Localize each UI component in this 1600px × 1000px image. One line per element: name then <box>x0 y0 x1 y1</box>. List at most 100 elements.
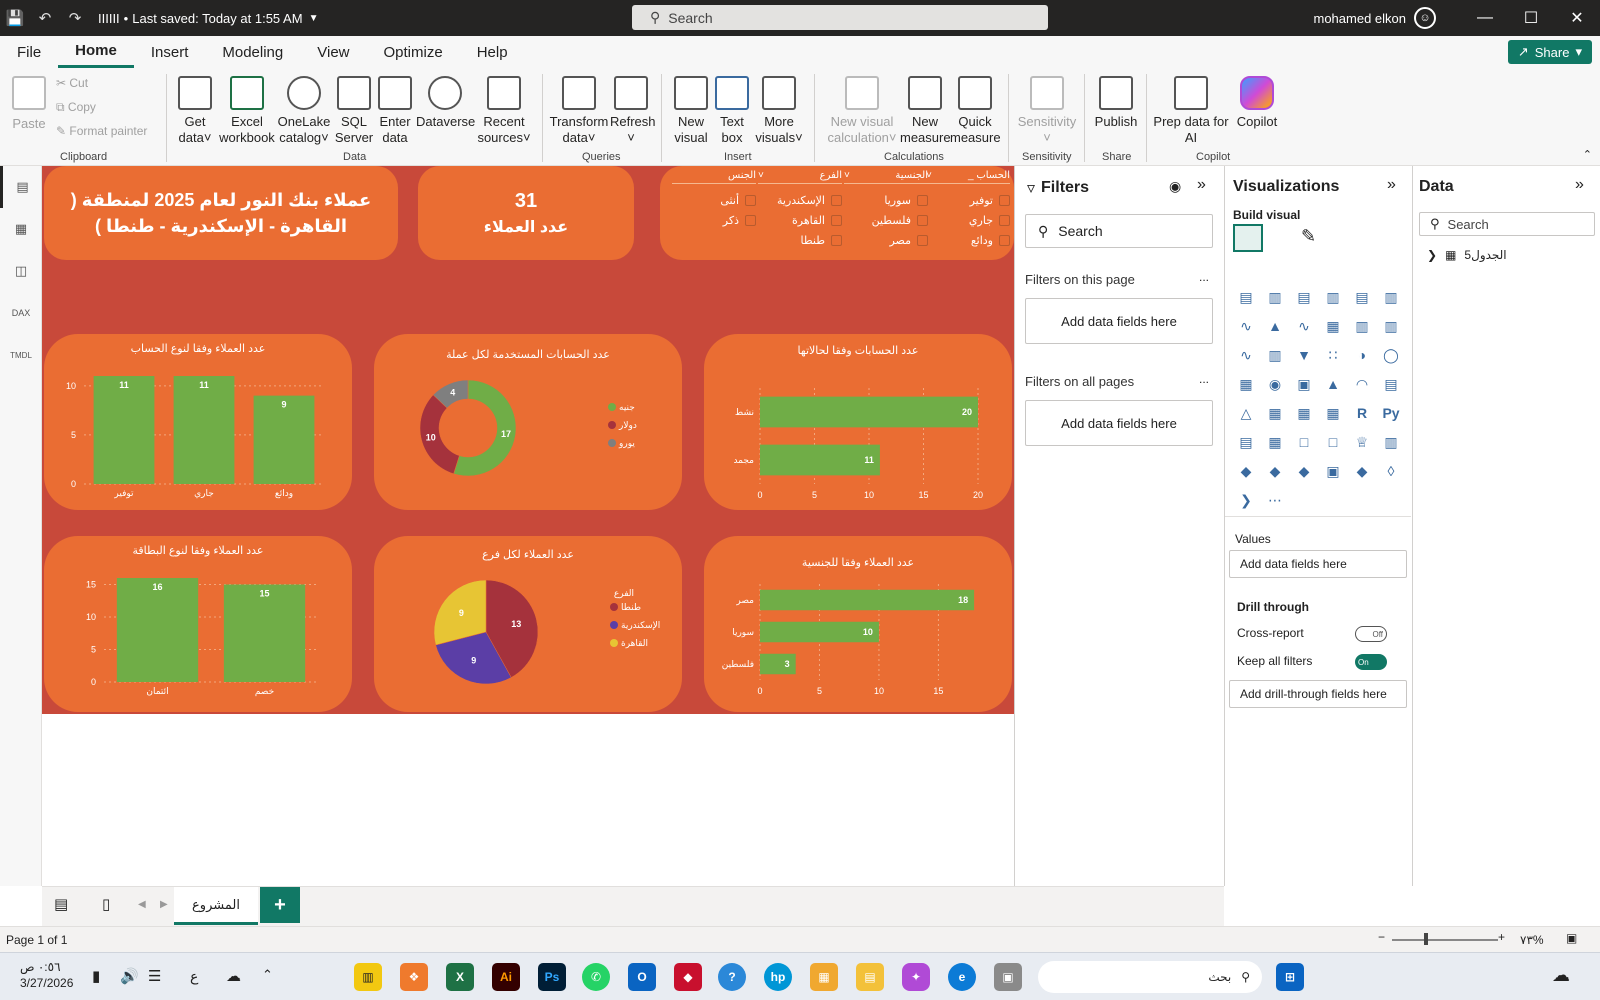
scatter-icon[interactable]: ∷ <box>1322 344 1344 366</box>
sql-server-button[interactable]: SQL Server <box>334 72 374 146</box>
paginated-report-icon[interactable]: ▥ <box>1380 431 1402 453</box>
slicer-item[interactable]: جاري <box>926 210 1010 230</box>
slicer-item[interactable]: توفير <box>926 190 1010 210</box>
new-visual-button[interactable]: New visual <box>670 72 712 146</box>
fit-to-page-icon[interactable]: ▣ <box>1566 931 1577 945</box>
illustrator-taskbar-icon[interactable]: Ai <box>492 963 520 991</box>
chart-account-type[interactable]: عدد العملاء وفقا لنوع الحساب 0 5 10 11 توفير 1… <box>44 334 352 510</box>
filters-search-input[interactable]: ⚲ Search <box>1025 214 1213 248</box>
chart-currency[interactable]: عدد الحسابات المستخدمة لكل عملة 17 10 4 جنيه… <box>374 334 682 510</box>
azure-map-icon[interactable]: ▲ <box>1322 373 1344 395</box>
slicer-item[interactable]: ذكر <box>672 210 756 230</box>
battery-icon[interactable]: ▮ <box>92 967 100 985</box>
table-view-icon[interactable]: ▦ <box>0 208 42 250</box>
quick-measure-button[interactable]: Quick measure <box>950 72 1001 146</box>
ribbon-chart-icon[interactable]: ▦ <box>1322 315 1344 337</box>
slicer-item[interactable]: فلسطين <box>844 210 928 230</box>
slicer-icon[interactable]: ▦ <box>1264 402 1286 424</box>
checkbox[interactable] <box>831 194 842 206</box>
funnel-icon[interactable]: ▼ <box>1293 344 1315 366</box>
get-data-button[interactable]: Get data˅ <box>172 72 218 146</box>
copilot-button[interactable]: Copilot <box>1230 72 1284 130</box>
matrix-icon[interactable]: ▦ <box>1322 402 1344 424</box>
collapse-pane-icon[interactable]: » <box>1387 176 1396 194</box>
menu-help[interactable]: Help <box>460 36 525 68</box>
help-taskbar-icon[interactable]: ? <box>718 963 746 991</box>
collapse-ribbon-icon[interactable]: ⌃ <box>1583 148 1592 161</box>
menu-modeling[interactable]: Modeling <box>205 36 300 68</box>
paste-button[interactable]: Paste <box>8 72 50 132</box>
checkbox[interactable] <box>831 214 842 226</box>
kpi-icon[interactable]: △ <box>1235 402 1257 424</box>
close-button[interactable]: ✕ <box>1554 0 1600 36</box>
report-view-icon[interactable]: ▤ <box>0 166 42 208</box>
chevron-down-icon[interactable]: ▼ <box>309 13 319 24</box>
goals-icon[interactable]: ♕ <box>1351 431 1373 453</box>
checkbox[interactable] <box>999 234 1010 246</box>
next-page-icon[interactable]: ▶ <box>160 899 168 910</box>
store-taskbar-icon[interactable]: ▦ <box>810 963 838 991</box>
slicer-item[interactable]: الإسكندرية <box>758 190 842 210</box>
stacked-area-icon[interactable]: ∿ <box>1293 315 1315 337</box>
volume-icon[interactable]: 🔊 <box>120 967 139 985</box>
area-chart-icon[interactable]: ▲ <box>1264 315 1286 337</box>
more-visuals-icon[interactable]: ⋯ <box>1264 489 1286 511</box>
transform-data-button[interactable]: Transform data˅ <box>548 72 610 146</box>
refresh-button[interactable]: Refresh ˅ <box>610 72 656 146</box>
clustered-bar-icon[interactable]: ▤ <box>1293 286 1315 308</box>
chevron-right-icon[interactable]: ❯ <box>1427 248 1437 262</box>
tmdl-view-icon[interactable]: TMDL <box>0 334 42 376</box>
excel-taskbar-icon[interactable]: X <box>446 963 474 991</box>
menu-file[interactable]: File <box>0 36 58 68</box>
gauge-icon[interactable]: ◠ <box>1351 373 1373 395</box>
slicer-item[interactable]: أنثى <box>672 190 756 210</box>
menu-insert[interactable]: Insert <box>134 36 206 68</box>
format-painter-button[interactable]: ✎ Format painter <box>56 124 147 138</box>
kpi-card[interactable]: 31 عدد العملاء <box>418 166 634 260</box>
narrative-icon[interactable]: □ <box>1322 431 1344 453</box>
stacked-bar-icon[interactable]: ▤ <box>1235 286 1257 308</box>
zoom-slider[interactable] <box>1392 939 1498 941</box>
image-visual-icon[interactable]: ▣ <box>1322 460 1344 482</box>
clustered-column-icon[interactable]: ▥ <box>1322 286 1344 308</box>
checkbox[interactable] <box>745 194 756 206</box>
key-influencers-icon[interactable]: ▤ <box>1235 431 1257 453</box>
add-page-button[interactable]: + <box>260 887 300 923</box>
chevron-down-icon[interactable]: ˅ <box>844 170 850 181</box>
global-search[interactable]: ⚲ Search <box>632 5 1048 30</box>
decomposition-tree-icon[interactable]: ▦ <box>1264 431 1286 453</box>
text-box-button[interactable]: Text box <box>714 72 750 146</box>
copy-button[interactable]: ⧉ Copy <box>56 100 96 115</box>
qa-icon[interactable]: □ <box>1293 431 1315 453</box>
new-visual-calculation-button[interactable]: New visual calculation˅ <box>822 72 902 146</box>
build-visual-tab[interactable] <box>1233 224 1263 252</box>
taskbar-search[interactable]: بحث ⚲ <box>1038 961 1262 993</box>
waterfall-bars-icon[interactable]: ▥ <box>1264 344 1286 366</box>
slicer-gender[interactable]: الجنس أنثى ذكر <box>672 170 756 230</box>
collapse-pane-icon[interactable]: » <box>1575 176 1584 194</box>
tab-page[interactable]: المشروع <box>174 887 258 925</box>
stacked-column-icon[interactable]: ▥ <box>1264 286 1286 308</box>
100-bar-icon[interactable]: ▤ <box>1351 286 1373 308</box>
slicer-item[interactable]: سوريا <box>844 190 928 210</box>
start-button[interactable]: ⊞ <box>1276 963 1304 991</box>
report-title-card[interactable]: عملاء بنك النور لعام 2025 لمنطقة ( القاه… <box>44 166 398 260</box>
slicer-item[interactable]: ودائع <box>926 230 1010 250</box>
slicer-account[interactable]: ˅ _ الحساب توفير جاري ودائع <box>926 170 1010 250</box>
language-indicator[interactable]: ع <box>190 968 198 985</box>
security-taskbar-icon[interactable]: ◆ <box>674 963 702 991</box>
checkbox[interactable] <box>999 214 1010 226</box>
drill-through-dropzone[interactable]: Add drill-through fields here <box>1229 680 1407 708</box>
slicer-nationality[interactable]: ˅ الجنسية سوريا فلسطين مصر <box>844 170 928 250</box>
onedrive-icon[interactable]: ☁ <box>226 967 241 985</box>
recent-sources-button[interactable]: Recent sources˅ <box>476 72 532 146</box>
chevron-down-icon[interactable]: ˅ <box>758 170 764 181</box>
filters-page-dropzone[interactable]: Add data fields here <box>1025 298 1213 344</box>
more-options-icon[interactable]: ... <box>1199 270 1209 284</box>
menu-optimize[interactable]: Optimize <box>367 36 460 68</box>
custom-visual-icon[interactable]: ◆ <box>1293 460 1315 482</box>
share-button[interactable]: ↗ Share ▾ <box>1507 40 1592 64</box>
checkbox[interactable] <box>745 214 756 226</box>
hp-taskbar-icon[interactable]: hp <box>764 963 792 991</box>
publish-button[interactable]: Publish <box>1090 72 1142 130</box>
